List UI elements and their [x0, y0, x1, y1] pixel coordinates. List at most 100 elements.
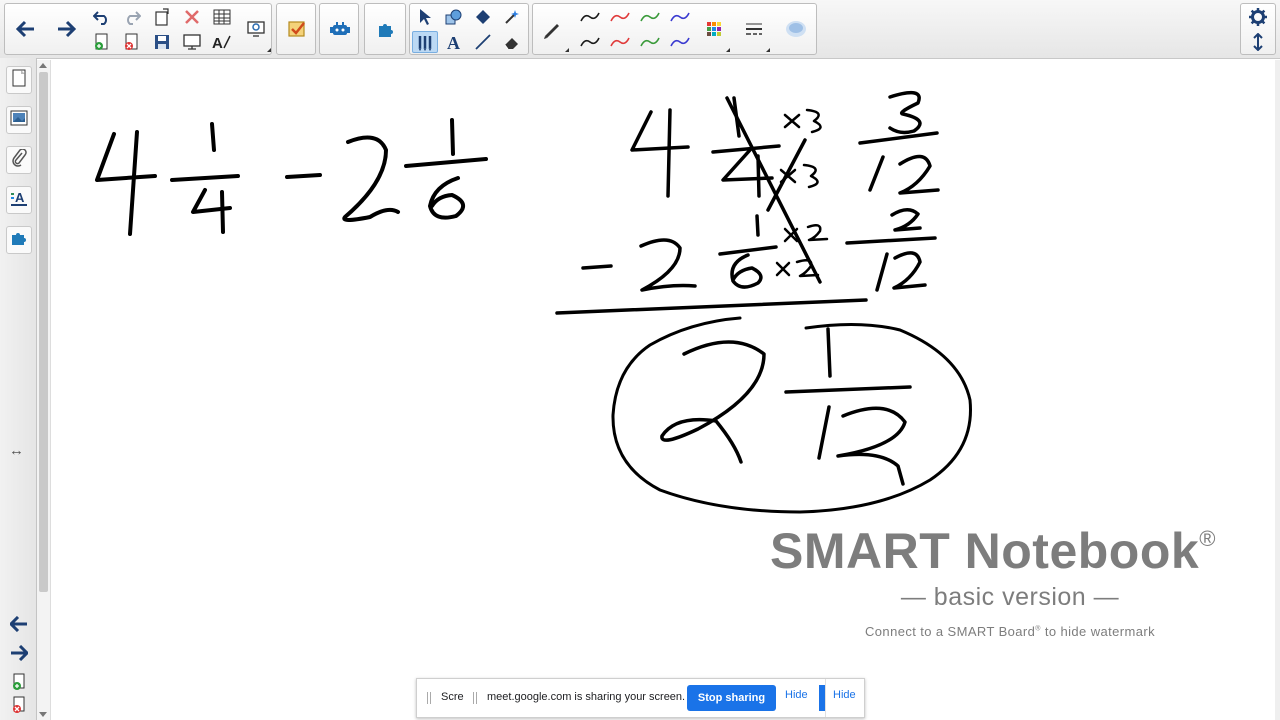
line-button[interactable] [470, 31, 496, 53]
undo-icon [93, 9, 111, 25]
next-page-button[interactable] [6, 641, 32, 669]
toolbar-group-response [276, 3, 316, 55]
select-button[interactable] [412, 6, 438, 28]
table-button[interactable] [209, 6, 235, 28]
attachments-icon [11, 147, 27, 172]
pen-swatch-red-1[interactable] [607, 6, 633, 28]
back-button[interactable] [9, 7, 43, 51]
save-icon [154, 34, 170, 50]
pen-tool-button[interactable] [412, 31, 438, 53]
text-icon: A [446, 33, 462, 51]
new-page-button[interactable] [149, 6, 175, 28]
magic-pen-button[interactable] [499, 6, 525, 28]
delete-page-button[interactable] [119, 31, 145, 53]
main-toolbar: A A [0, 0, 1280, 59]
select-icon [418, 8, 432, 26]
redo-button[interactable] [119, 6, 145, 28]
response-icon [287, 19, 307, 39]
lab-icon [329, 19, 351, 39]
properties-button[interactable] [779, 7, 813, 51]
toolbar-group-lab [319, 3, 359, 55]
delete-button[interactable] [179, 6, 205, 28]
delete-icon [184, 9, 200, 25]
pen-swatch-blue-2[interactable] [667, 31, 693, 53]
svg-text:A: A [15, 190, 25, 205]
scroll-down-arrow[interactable] [39, 712, 47, 717]
sidebar-add-page-button[interactable] [6, 670, 32, 698]
capture-button[interactable] [239, 7, 273, 51]
add-page-icon [12, 673, 26, 696]
attachments-tab[interactable] [6, 146, 32, 174]
toolbar-group-settings [1240, 3, 1276, 55]
drag-grip[interactable] [427, 692, 431, 704]
watermark-registered-mark: ® [1199, 526, 1216, 551]
toolbar-position-button[interactable] [1245, 31, 1271, 53]
delete-page-icon [124, 33, 140, 51]
eraser-button[interactable] [499, 31, 525, 53]
left-sidebar: A ↔ [0, 58, 37, 720]
pen-swatch-green-2[interactable] [637, 31, 663, 53]
gallery-tab[interactable] [6, 106, 32, 134]
toolbar-group-page: A [4, 3, 272, 55]
sidebar-scrollbar[interactable] [37, 60, 51, 720]
palette-dropdown-indicator[interactable] [726, 48, 730, 52]
sidebar-resize-handle[interactable]: ↔ [9, 442, 24, 459]
watermark-note: Connect to a SMART Board® to hide waterm… [770, 624, 1250, 639]
watermark-title-text: SMART Notebook [770, 523, 1200, 579]
line-style-dropdown-indicator[interactable] [766, 48, 770, 52]
forward-button[interactable] [49, 7, 83, 51]
capture-dropdown-indicator[interactable] [267, 48, 271, 52]
fill-icon [474, 8, 492, 26]
pen-dropdown-indicator[interactable] [565, 48, 569, 52]
line-style-button[interactable] [741, 18, 767, 40]
whiteboard-canvas[interactable] [51, 60, 1275, 720]
toolbar-position-icon [1252, 33, 1264, 51]
table-icon [213, 9, 231, 25]
properties-icon [784, 19, 808, 39]
add-page-button[interactable] [89, 31, 115, 53]
response-button[interactable] [280, 7, 314, 51]
eraser-icon [503, 33, 521, 51]
hide-button[interactable]: Hide [785, 689, 808, 701]
add-ons-tab[interactable] [6, 226, 32, 254]
settings-button[interactable] [1245, 6, 1271, 28]
fill-button[interactable] [470, 6, 496, 28]
properties-icon: A [10, 189, 28, 212]
add-on-button[interactable] [369, 7, 403, 51]
properties-tab[interactable]: A [6, 186, 32, 214]
back-arrow-icon [16, 20, 36, 38]
toolbar-group-pen-styles [532, 3, 817, 55]
underlying-hide-button[interactable]: Hide [833, 689, 856, 701]
watermark-note-text: Connect to a SMART Board [865, 624, 1036, 639]
pen-swatch-green-1[interactable] [637, 6, 663, 28]
svg-text:A: A [212, 35, 223, 50]
pen-swatch-blue-1[interactable] [667, 6, 693, 28]
screen-shade-button[interactable] [179, 31, 205, 53]
add-on-icon [376, 20, 396, 38]
share-message: meet.google.com is sharing your screen. [487, 691, 686, 703]
forward-arrow-icon [56, 20, 76, 38]
screen-share-bar: Scre Hide meet.google.com is sharing you… [416, 678, 865, 718]
save-button[interactable] [149, 31, 175, 53]
sidebar-delete-page-button[interactable] [6, 696, 32, 718]
pen-swatch-red-2[interactable] [607, 31, 633, 53]
scrollbar-thumb[interactable] [39, 72, 48, 592]
pen-icon [542, 19, 562, 39]
notification-drag-grip[interactable] [473, 692, 477, 704]
page-sorter-tab[interactable] [6, 66, 32, 94]
pen-swatch-black-2[interactable] [577, 31, 603, 53]
text-button[interactable]: A [441, 31, 467, 53]
capture-icon [246, 20, 266, 38]
handwriting-recognition-button[interactable]: A [209, 31, 235, 53]
scroll-up-arrow[interactable] [39, 63, 47, 68]
settings-gear-icon [1249, 8, 1267, 26]
undo-button[interactable] [89, 6, 115, 28]
pen-button[interactable] [535, 7, 569, 51]
stop-sharing-button[interactable]: Stop sharing [687, 685, 776, 711]
watermark-note-suffix: to hide watermark [1040, 624, 1155, 639]
previous-page-button[interactable] [6, 612, 32, 640]
pen-swatch-black-1[interactable] [577, 6, 603, 28]
lab-button[interactable] [323, 7, 357, 51]
color-palette-button[interactable] [701, 18, 727, 40]
shape-button[interactable] [441, 6, 467, 28]
